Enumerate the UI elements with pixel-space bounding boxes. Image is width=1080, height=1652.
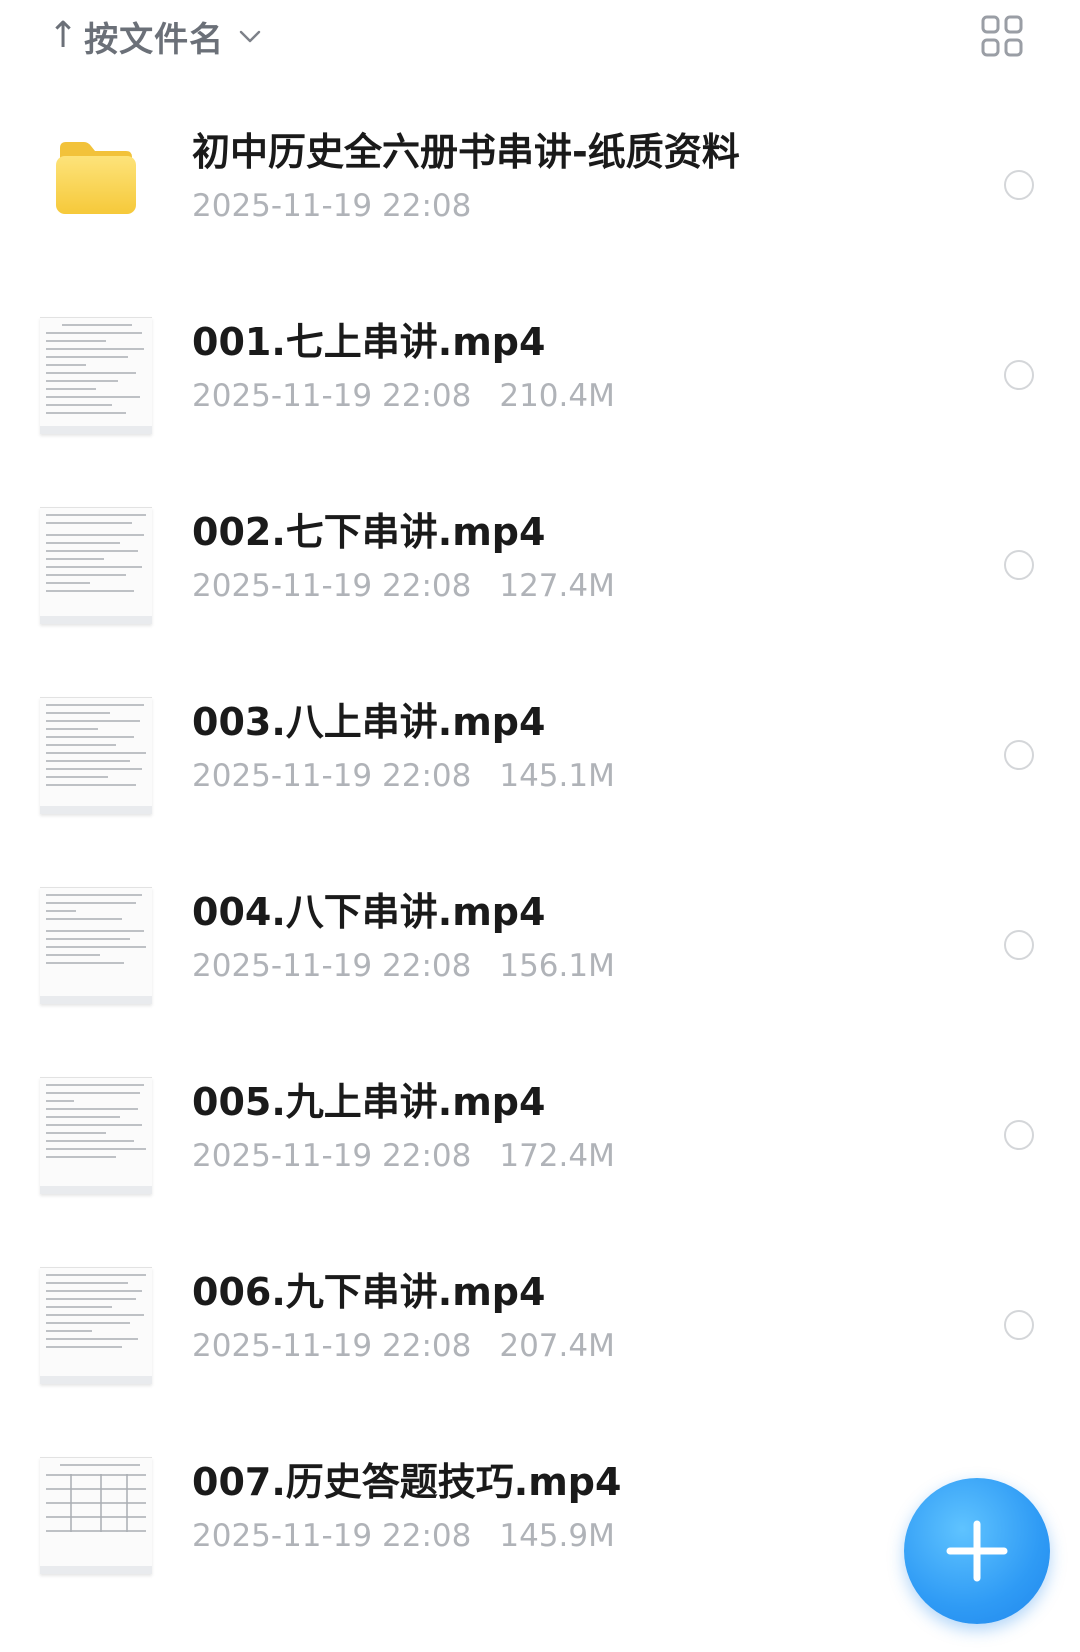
file-size: 127.4M (499, 568, 615, 604)
file-text-block: 004.八下串讲.mp4 2025-11-19 22:08 156.1M (192, 886, 932, 988)
file-list: 初中历史全六册书串讲-纸质资料 2025-11-19 22:08 001.七上串… (0, 90, 1080, 1610)
file-text-block: 初中历史全六册书串讲-纸质资料 2025-11-19 22:08 (192, 126, 932, 228)
file-meta: 2025-11-19 22:08 210.4M (192, 374, 932, 418)
file-size: 145.1M (499, 758, 615, 794)
file-row[interactable]: 006.九下串讲.mp4 2025-11-19 22:08 207.4M (0, 1230, 1080, 1420)
file-browser-screen: ↑ 按文件名 初中历史全六册书串讲-纸质资料 2025-11-19 22:08 … (0, 0, 1080, 1652)
file-size: 207.4M (499, 1328, 615, 1364)
file-date: 2025-11-19 22:08 (192, 1518, 472, 1554)
file-size: 156.1M (499, 948, 615, 984)
select-radio[interactable] (1004, 1120, 1034, 1150)
video-thumbnail (40, 317, 152, 434)
file-meta: 2025-11-19 22:08 172.4M (192, 1134, 932, 1178)
select-radio[interactable] (1004, 930, 1034, 960)
file-text-block: 003.八上串讲.mp4 2025-11-19 22:08 145.1M (192, 696, 932, 798)
file-size: 210.4M (499, 378, 615, 414)
file-date: 2025-11-19 22:08 (192, 1328, 472, 1364)
file-text-block: 007.历史答题技巧.mp4 2025-11-19 22:08 145.9M (192, 1456, 932, 1558)
file-row[interactable]: 002.七下串讲.mp4 2025-11-19 22:08 127.4M (0, 470, 1080, 660)
file-text-block: 006.九下串讲.mp4 2025-11-19 22:08 207.4M (192, 1266, 932, 1368)
file-row[interactable]: 001.七上串讲.mp4 2025-11-19 22:08 210.4M (0, 280, 1080, 470)
video-thumbnail (40, 1077, 152, 1194)
video-thumbnail (40, 1267, 152, 1384)
video-thumbnail (40, 887, 152, 1004)
file-text-block: 001.七上串讲.mp4 2025-11-19 22:08 210.4M (192, 316, 932, 418)
file-name: 006.九下串讲.mp4 (192, 1270, 546, 1314)
grid-view-icon[interactable] (980, 14, 1024, 58)
file-row[interactable]: 003.八上串讲.mp4 2025-11-19 22:08 145.1M (0, 660, 1080, 850)
file-meta: 2025-11-19 22:08 156.1M (192, 944, 932, 988)
file-date: 2025-11-19 22:08 (192, 948, 472, 984)
file-name: 003.八上串讲.mp4 (192, 700, 546, 744)
file-name: 002.七下串讲.mp4 (192, 510, 546, 554)
file-date: 2025-11-19 22:08 (192, 378, 472, 414)
select-radio[interactable] (1004, 170, 1034, 200)
add-button[interactable] (904, 1478, 1050, 1624)
chevron-down-icon (239, 30, 261, 43)
file-row[interactable]: 004.八下串讲.mp4 2025-11-19 22:08 156.1M (0, 850, 1080, 1040)
select-radio[interactable] (1004, 550, 1034, 580)
sort-ascending-arrow-icon: ↑ (48, 15, 79, 56)
file-date: 2025-11-19 22:08 (192, 188, 472, 224)
file-meta: 2025-11-19 22:08 (192, 184, 932, 228)
file-name: 004.八下串讲.mp4 (192, 890, 546, 934)
file-name: 初中历史全六册书串讲-纸质资料 (192, 130, 740, 174)
plus-icon (946, 1520, 1008, 1582)
sort-by-name-control[interactable]: ↑ 按文件名 (48, 10, 262, 62)
file-text-block: 002.七下串讲.mp4 2025-11-19 22:08 127.4M (192, 506, 932, 608)
select-radio[interactable] (1004, 360, 1034, 390)
list-header: ↑ 按文件名 (0, 0, 1080, 72)
sort-label: 按文件名 (84, 19, 225, 60)
file-meta: 2025-11-19 22:08 127.4M (192, 564, 932, 608)
video-thumbnail (40, 507, 152, 624)
file-date: 2025-11-19 22:08 (192, 1138, 472, 1174)
folder-icon (56, 142, 136, 214)
file-meta: 2025-11-19 22:08 145.1M (192, 754, 932, 798)
file-date: 2025-11-19 22:08 (192, 758, 472, 794)
select-radio[interactable] (1004, 1310, 1034, 1340)
file-text-block: 005.九上串讲.mp4 2025-11-19 22:08 172.4M (192, 1076, 932, 1178)
file-meta: 2025-11-19 22:08 145.9M (192, 1514, 932, 1558)
file-date: 2025-11-19 22:08 (192, 568, 472, 604)
file-meta: 2025-11-19 22:08 207.4M (192, 1324, 932, 1368)
video-thumbnail (40, 1457, 152, 1574)
file-name: 001.七上串讲.mp4 (192, 320, 546, 364)
file-row-folder[interactable]: 初中历史全六册书串讲-纸质资料 2025-11-19 22:08 (0, 90, 1080, 280)
video-thumbnail (40, 697, 152, 814)
file-row[interactable]: 005.九上串讲.mp4 2025-11-19 22:08 172.4M (0, 1040, 1080, 1230)
file-size: 172.4M (499, 1138, 615, 1174)
select-radio[interactable] (1004, 740, 1034, 770)
file-name: 005.九上串讲.mp4 (192, 1080, 546, 1124)
file-size: 145.9M (499, 1518, 615, 1554)
file-name: 007.历史答题技巧.mp4 (192, 1460, 622, 1504)
